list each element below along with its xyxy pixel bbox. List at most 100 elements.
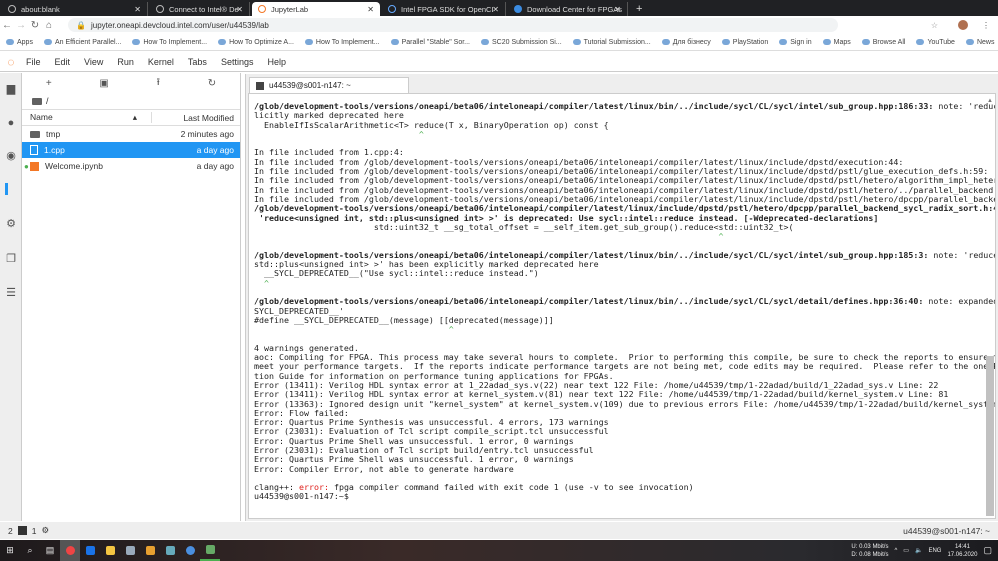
extension-icon[interactable]: ⚙ (5, 218, 17, 230)
running-indicator-icon: ● (24, 161, 29, 171)
palette-icon[interactable] (5, 183, 17, 195)
outlook-icon[interactable] (80, 540, 100, 561)
terminal-icon[interactable] (17, 526, 27, 535)
tab-devcloud[interactable]: Connect to Intel® DevCloud | Int✕ (150, 2, 250, 16)
list-icon[interactable]: ☰ (5, 287, 17, 299)
bookmark-item[interactable]: How To Implement... (132, 39, 207, 46)
bookmark-item[interactable]: Parallel "Stable" Sor... (390, 39, 470, 46)
notebook-icon (30, 161, 39, 171)
home-icon[interactable]: ⌂ (42, 20, 56, 31)
bookmark-icon (861, 38, 870, 45)
profile-avatar[interactable] (958, 20, 968, 30)
github-icon[interactable]: ● (5, 117, 17, 129)
tab-about-blank[interactable]: about:blank ✕ (2, 2, 148, 16)
bookmark-item[interactable]: An Efficient Parallel... (43, 39, 121, 46)
volume-icon[interactable]: 🔈 (915, 547, 922, 554)
refresh-icon[interactable]: ↻ (208, 78, 216, 89)
bookmark-item[interactable]: How To Implement... (304, 38, 380, 46)
terminal-line: /glob/development-tools/versions/oneapi/… (254, 297, 995, 306)
bookmark-item[interactable]: How To Optimize A... (218, 39, 294, 46)
tab-intel-fpga-sdk[interactable]: Intel FPGA SDK for OpenCL Pro E✕ (382, 2, 506, 16)
menu-run[interactable]: Run (117, 57, 134, 67)
running-icon[interactable]: ◉ (5, 150, 17, 162)
bookmark-item[interactable]: Maps (822, 39, 851, 46)
menu-kernel[interactable]: Kernel (148, 57, 174, 67)
folder-icon[interactable]: ▆ (5, 83, 17, 95)
menu-settings[interactable]: Settings (221, 57, 254, 67)
folder-icon[interactable] (32, 97, 42, 105)
name-column-header[interactable]: Name ▴ (22, 112, 152, 123)
tab-download-center[interactable]: Download Center for FPGAs ✕ (508, 2, 628, 16)
bookmark-item[interactable]: PlayStation (721, 38, 768, 46)
bookmark-item[interactable]: Для бізнесу (661, 38, 711, 46)
bookmark-item[interactable]: YouTube (916, 39, 955, 46)
menu-icon[interactable]: ⋮ (982, 21, 990, 30)
terminal-line: ^ (254, 232, 995, 241)
bookmark-item[interactable]: Sign in (779, 38, 812, 46)
bookmark-item[interactable]: Apps (6, 39, 33, 46)
menu-help[interactable]: Help (267, 57, 286, 67)
bookmark-star-icon[interactable]: ☆ (931, 21, 938, 30)
bookmark-icon (721, 38, 730, 45)
close-tab-icon[interactable]: ✕ (492, 5, 499, 14)
back-icon[interactable]: ← (0, 20, 14, 31)
bookmark-item[interactable]: Tutorial Submission... (572, 39, 651, 46)
app-icon[interactable] (160, 540, 180, 561)
sort-asc-icon: ▴ (132, 112, 137, 122)
upload-icon[interactable]: ⭱ (157, 75, 161, 92)
close-tab-icon[interactable]: ✕ (614, 5, 621, 14)
app-icon[interactable] (200, 540, 220, 561)
bookmark-icon (304, 38, 313, 45)
task-view-icon[interactable]: ▤ (40, 540, 60, 561)
notification-icon[interactable]: ▢ (983, 545, 992, 556)
file-explorer-icon[interactable] (100, 540, 120, 561)
status-bar: 2 1 ⚙ u44539@s001-n147: ~ (0, 522, 998, 539)
file-list: tmp 2 minutes ago 1.cpp a day ago ● Welcome.i… (22, 126, 240, 174)
windows-start-icon[interactable]: ⊞ (0, 540, 20, 561)
network-icon[interactable]: ▭ (903, 547, 909, 554)
menu-edit[interactable]: Edit (55, 57, 71, 67)
clock[interactable]: 14:41 17.06.2020 (947, 543, 977, 559)
menu-file[interactable]: File (26, 57, 41, 67)
terminal-tab[interactable]: u44539@s001-n147: ~ (249, 77, 409, 93)
scrollbar-thumb[interactable] (986, 356, 994, 516)
search-icon[interactable]: ⌕ (20, 540, 40, 561)
bookmark-item[interactable]: Browse All (861, 38, 905, 46)
bookmark-item[interactable]: SC20 Submission Si... (481, 39, 562, 46)
modified-column-header[interactable]: Last Modified (152, 113, 240, 123)
reload-icon[interactable]: ↻ (28, 20, 42, 31)
terminal-text: ^ (254, 128, 424, 139)
chrome-icon[interactable] (60, 540, 80, 561)
menu-tabs[interactable]: Tabs (188, 57, 207, 67)
terminal-line: ^ (254, 324, 995, 335)
file-row[interactable]: 1.cpp a day ago (22, 142, 240, 158)
app-icon[interactable] (140, 540, 160, 561)
terminal-text: ^ (254, 324, 454, 335)
terminal-output[interactable]: /glob/development-tools/versions/oneapi/… (248, 93, 996, 519)
kernel-icon[interactable]: ⚙ (41, 525, 49, 536)
bookmark-item[interactable]: News (965, 39, 994, 46)
menu-view[interactable]: View (84, 57, 103, 67)
tray-chevron-icon[interactable]: ^ (894, 548, 897, 554)
close-tab-icon[interactable]: ✕ (367, 5, 374, 14)
file-row[interactable]: tmp 2 minutes ago (22, 126, 240, 142)
main-area: u44539@s001-n147: ~ /glob/development-to… (245, 74, 998, 521)
new-folder-icon[interactable]: ▣ (99, 78, 108, 89)
new-tab-button[interactable]: + (630, 2, 644, 16)
new-launcher-icon[interactable]: + (46, 78, 52, 89)
terminal-text: ^ (254, 277, 269, 288)
terminal-line: Error (13363): Ignored design unit "kern… (254, 399, 995, 409)
file-list-header: Name ▴ Last Modified (22, 109, 240, 126)
close-tab-icon[interactable]: ✕ (134, 5, 141, 14)
bookmark-icon (779, 38, 788, 45)
tab-jupyterlab[interactable]: JupyterLab ✕ (252, 2, 380, 16)
tabs-icon[interactable]: ❐ (5, 253, 17, 265)
app-icon[interactable] (120, 540, 140, 561)
close-tab-icon[interactable]: ✕ (236, 5, 243, 14)
address-bar[interactable]: 🔒 jupyter.oneapi.devcloud.intel.com/user/… (68, 18, 838, 32)
forward-icon[interactable]: → (14, 20, 28, 31)
app-icon[interactable] (180, 540, 200, 561)
bookmark-icon (661, 38, 670, 45)
file-row[interactable]: ● Welcome.ipynb a day ago (22, 158, 240, 174)
